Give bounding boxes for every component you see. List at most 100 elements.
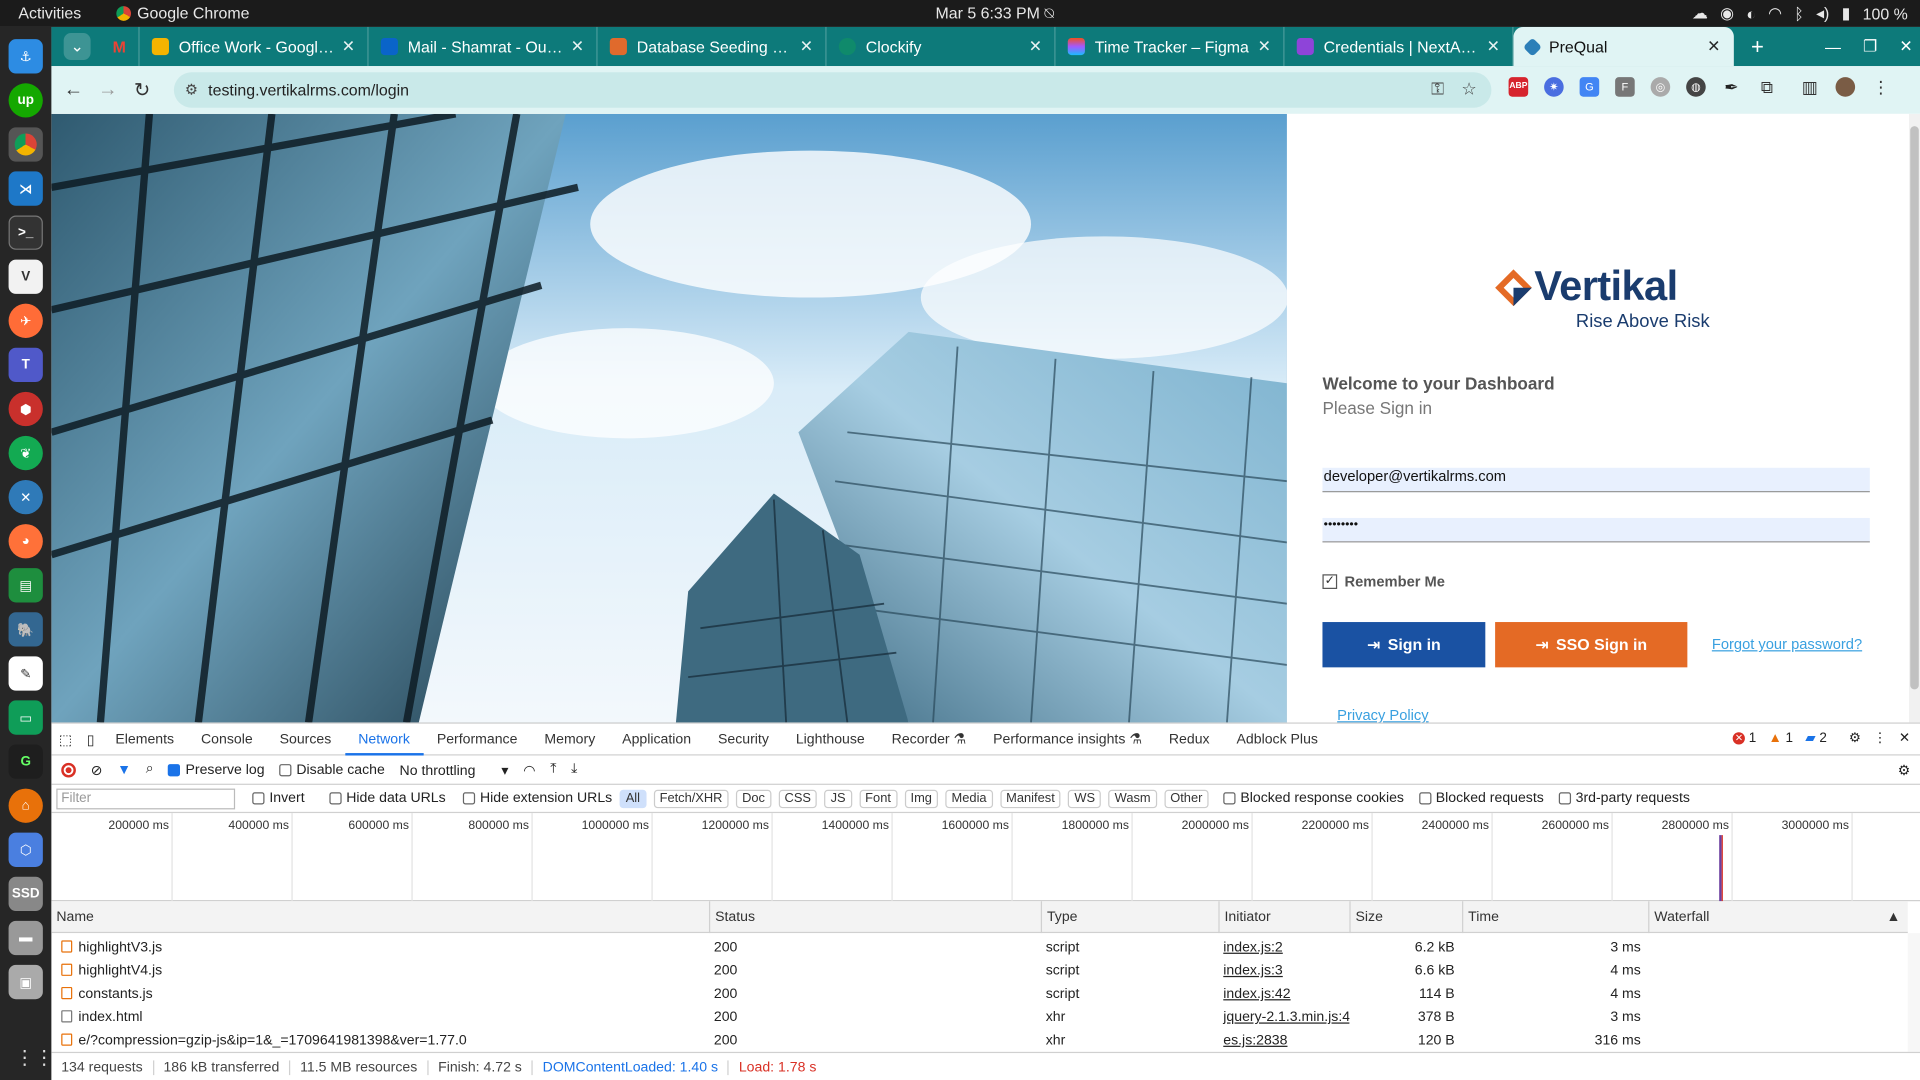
profile-avatar[interactable] xyxy=(1835,77,1856,97)
disable-cache-checkbox[interactable]: Disable cache xyxy=(279,762,385,777)
message-badge[interactable]: ▰ 2 xyxy=(1805,730,1827,745)
close-icon[interactable]: ✕ xyxy=(1707,37,1720,57)
hide-extension-urls-checkbox[interactable]: Hide extension URLs xyxy=(462,791,612,806)
device-toolbar-icon[interactable]: ▯ xyxy=(79,730,101,748)
remember-checkbox[interactable]: ✓ xyxy=(1322,574,1338,589)
remember-me[interactable]: ✓ Remember Me xyxy=(1322,573,1445,590)
throttling-select[interactable]: No throttling ▾ xyxy=(400,761,509,778)
filter-input[interactable]: Filter xyxy=(56,787,236,809)
xampp-icon[interactable]: ✕ xyxy=(8,480,43,515)
settings-gear-icon[interactable]: ⚙ xyxy=(1849,730,1861,746)
tab-nextauth[interactable]: Credentials | NextAuth ✕ xyxy=(1285,26,1514,67)
table-row[interactable]: index.html 200 xhr jquery-2.1.3.min.js:4 378… xyxy=(51,1007,1907,1030)
tab-network[interactable]: Network xyxy=(344,723,424,755)
system-tray[interactable]: ☁ ◉ ◐ ◠ ᛒ ◂) ▮ 100 % xyxy=(1692,4,1908,24)
network-overview-timeline[interactable]: 200000 ms 400000 ms 600000 ms 800000 ms 1000… xyxy=(51,813,1920,902)
tab-figma[interactable]: Time Tracker – Figma ✕ xyxy=(1056,26,1285,67)
back-icon[interactable]: ← xyxy=(56,79,90,101)
forgot-password-link[interactable]: Forgot your password? xyxy=(1712,636,1862,653)
table-row[interactable]: constants.js 200 script index.js:42 114 B 4 m… xyxy=(51,983,1907,1006)
tab-performance-insights[interactable]: Performance insights ⚗ xyxy=(980,723,1156,755)
upwork-icon[interactable]: up xyxy=(8,83,43,118)
column-time[interactable]: Time xyxy=(1462,901,1648,934)
tab-adblock-plus[interactable]: Adblock Plus xyxy=(1223,723,1331,755)
close-icon[interactable]: ✕ xyxy=(1487,37,1500,57)
chrome-dock-icon[interactable] xyxy=(8,127,43,162)
warning-badge[interactable]: ▲ 1 xyxy=(1769,730,1794,745)
initiator-link[interactable]: index.js:3 xyxy=(1223,964,1283,979)
blocked-requests-checkbox[interactable]: Blocked requests xyxy=(1418,791,1544,806)
type-chip-wasm[interactable]: Wasm xyxy=(1108,789,1157,808)
tab-clockify[interactable]: Clockify ✕ xyxy=(827,26,1056,67)
table-row[interactable]: highlightV4.js 200 script index.js:3 6.6 kB 4… xyxy=(51,960,1907,983)
extensions-puzzle-icon[interactable]: ⧉ xyxy=(1757,77,1777,97)
import-har-icon[interactable]: ⤒ xyxy=(550,762,556,778)
invert-checkbox[interactable]: Invert xyxy=(252,791,305,806)
export-har-icon[interactable]: ⤓ xyxy=(571,762,577,778)
tab-performance[interactable]: Performance xyxy=(423,723,531,755)
chat-icon[interactable]: ▭ xyxy=(8,700,43,735)
column-initiator[interactable]: Initiator xyxy=(1218,901,1349,934)
maximize-icon[interactable]: ❐ xyxy=(1863,37,1877,57)
tab-recorder[interactable]: Recorder ⚗ xyxy=(878,723,979,755)
type-chip-js[interactable]: JS xyxy=(824,789,852,808)
activities-button[interactable]: Activities xyxy=(18,4,81,22)
devtools-close-icon[interactable]: ✕ xyxy=(1899,730,1910,746)
type-chip-manifest[interactable]: Manifest xyxy=(1000,789,1061,808)
translate-icon[interactable]: G xyxy=(1579,77,1600,97)
type-chip-media[interactable]: Media xyxy=(945,789,993,808)
cell-initiator[interactable]: index.js:42 xyxy=(1218,983,1349,1006)
new-tab-button[interactable]: + xyxy=(1751,34,1764,60)
docker-icon[interactable]: ⚓ xyxy=(8,39,43,74)
hide-data-urls-checkbox[interactable]: Hide data URLs xyxy=(329,791,446,806)
type-chip-doc[interactable]: Doc xyxy=(735,789,772,808)
omnibox[interactable]: ⚙ testing.vertikalrms.com/login ⚿ ☆ xyxy=(173,72,1492,108)
redis-icon[interactable]: ⬢ xyxy=(8,391,43,427)
app-menu[interactable]: Google Chrome xyxy=(116,4,250,22)
key-icon[interactable]: ⚿ xyxy=(1431,78,1444,99)
usb-drive-icon[interactable]: ▣ xyxy=(8,964,43,1000)
tab-lighthouse[interactable]: Lighthouse xyxy=(782,723,878,755)
search-icon[interactable]: ⌕ xyxy=(146,762,154,778)
more-menu-icon[interactable]: ⋮ xyxy=(1871,77,1891,97)
window-close-icon[interactable]: ✕ xyxy=(1899,37,1912,57)
initiator-link[interactable]: es.js:2838 xyxy=(1223,1033,1287,1048)
error-badge[interactable]: ✕ 1 xyxy=(1732,730,1756,745)
drive-icon[interactable]: ▬ xyxy=(8,920,43,956)
record-stop-icon[interactable] xyxy=(61,762,76,777)
vscode-icon[interactable]: ⋊ xyxy=(8,171,43,206)
email-field[interactable]: developer@vertikalrms.com xyxy=(1322,467,1870,493)
network-conditions-icon[interactable]: ◠ xyxy=(523,761,535,778)
table-row[interactable]: highlightV3.js 200 script index.js:2 6.2 kB 3… xyxy=(51,937,1907,960)
password-field[interactable]: •••••••• xyxy=(1322,517,1870,543)
initiator-link[interactable]: index.js:2 xyxy=(1223,940,1283,955)
sso-sign-in-button[interactable]: ⇥ SSO Sign in xyxy=(1495,622,1688,668)
redux-devtools-icon[interactable]: ◍ xyxy=(1686,77,1706,97)
tab-memory[interactable]: Memory xyxy=(531,723,609,755)
ssd-drive-icon[interactable]: SSD xyxy=(8,876,43,912)
clock[interactable]: Mar 5 6:33 PM ⍉ xyxy=(936,4,1054,24)
initiator-link[interactable]: jquery-2.1.3.min.js:4 xyxy=(1223,1010,1349,1025)
vim-icon[interactable]: V xyxy=(8,259,43,294)
font-extension-icon[interactable]: F xyxy=(1615,77,1635,97)
minimize-icon[interactable]: — xyxy=(1825,37,1841,55)
clear-icon[interactable]: ⊘ xyxy=(91,761,103,778)
virtualbox-icon[interactable]: ⬡ xyxy=(8,832,43,867)
sign-in-button[interactable]: ⇥ Sign in xyxy=(1322,622,1486,668)
extension-gear-icon[interactable]: ✷ xyxy=(1544,77,1564,97)
close-icon[interactable]: ✕ xyxy=(571,37,584,57)
cell-initiator[interactable]: es.js:2838 xyxy=(1218,1030,1349,1053)
blocked-cookies-checkbox[interactable]: Blocked response cookies xyxy=(1223,791,1404,806)
type-chip-fetch-xhr[interactable]: Fetch/XHR xyxy=(653,789,729,808)
column-type[interactable]: Type xyxy=(1040,901,1219,934)
app-icon[interactable]: ⌂ xyxy=(8,788,43,823)
inspect-element-icon[interactable]: ⬚ xyxy=(51,730,79,748)
table-row[interactable]: e/?compression=gzip-js&ip=1&_=1709641981… xyxy=(51,1030,1907,1053)
third-party-checkbox[interactable]: 3rd-party requests xyxy=(1558,791,1690,806)
type-chip-all[interactable]: All xyxy=(619,789,647,808)
side-panel-icon[interactable]: ▥ xyxy=(1800,77,1820,97)
tab-office-work[interactable]: Office Work - Google D ✕ xyxy=(140,26,369,67)
column-status[interactable]: Status xyxy=(708,901,1041,934)
close-icon[interactable]: ✕ xyxy=(800,37,813,57)
network-settings-icon[interactable]: ⚙ xyxy=(1898,761,1911,778)
